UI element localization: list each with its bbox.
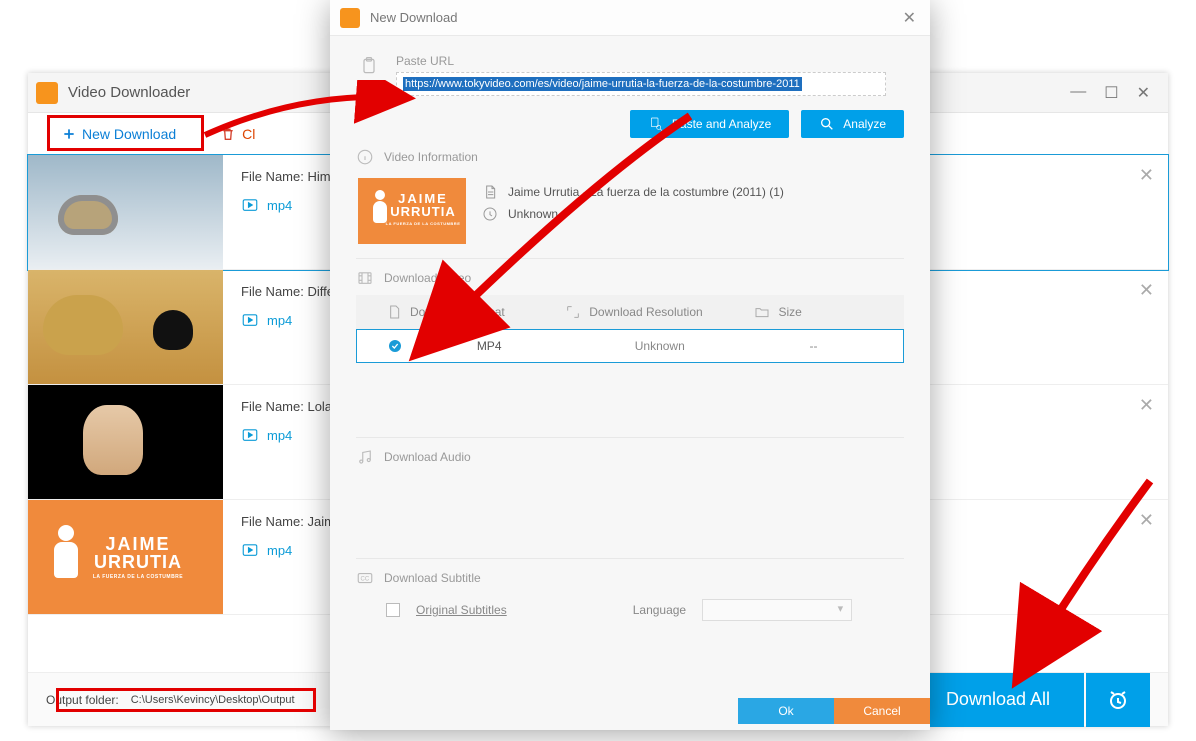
ok-button[interactable]: Ok [738, 698, 834, 724]
new-download-label: New Download [82, 126, 176, 142]
video-duration-row: Unknown [482, 206, 904, 222]
clipboard-icon [356, 54, 382, 76]
paste-url-label: Paste URL [396, 54, 904, 68]
video-icon [241, 196, 259, 214]
close-button[interactable]: ✕ [1137, 83, 1150, 103]
analyze-button[interactable]: Analyze [801, 110, 904, 138]
format-checked-icon [387, 338, 413, 354]
plus-icon [62, 127, 76, 141]
remove-item-button[interactable]: ✕ [1139, 280, 1154, 301]
clock-icon [482, 206, 498, 222]
video-icon [241, 541, 259, 559]
video-thumbnail: JAIME URRUTIA LA FUERZA DE LA COSTUMBRE [358, 178, 466, 244]
info-icon [356, 148, 374, 166]
minimize-button[interactable]: — [1070, 83, 1086, 103]
language-select[interactable] [702, 599, 852, 621]
music-icon [356, 448, 374, 466]
language-label: Language [633, 603, 686, 617]
remove-item-button[interactable]: ✕ [1139, 165, 1154, 186]
original-subtitles-checkbox[interactable] [386, 603, 400, 617]
doc-icon [386, 304, 402, 320]
video-icon [241, 311, 259, 329]
download-all-button[interactable]: Download All [912, 673, 1084, 727]
download-audio-header: Download Audio [356, 448, 904, 466]
video-info-header: Video Information [356, 148, 904, 166]
format-table-header: Download Format Download Resolution Size [356, 295, 904, 329]
trash-icon [220, 126, 236, 142]
remove-item-button[interactable]: ✕ [1139, 510, 1154, 531]
cancel-button[interactable]: Cancel [834, 698, 930, 724]
clipboard-search-icon [648, 116, 664, 132]
url-input[interactable]: https://www.tokyvideo.com/es/video/jaime… [396, 72, 886, 96]
new-download-dialog: New Download ✕ Paste URL https://www.tok… [330, 0, 930, 730]
schedule-button[interactable] [1086, 673, 1150, 727]
thumbnail [28, 155, 223, 269]
dialog-titlebar: New Download ✕ [330, 0, 930, 36]
download-video-header: Download Video [356, 269, 904, 287]
video-title-row: Jaime Urrutia - La fuerza de la costumbr… [482, 184, 904, 200]
video-icon [241, 426, 259, 444]
output-folder-path[interactable]: C:\Users\Kevincy\Desktop\Output [125, 691, 301, 709]
dialog-footer: Ok Cancel [330, 698, 930, 730]
document-icon [482, 184, 498, 200]
cc-icon: CC [356, 569, 374, 587]
dialog-logo-icon [340, 8, 360, 28]
clear-label: Cl [242, 126, 255, 142]
original-subtitles-label: Original Subtitles [416, 603, 507, 617]
output-folder-label: Output folder: [46, 693, 119, 707]
thumbnail [28, 385, 223, 499]
dialog-close-button[interactable]: ✕ [899, 8, 920, 28]
alarm-icon [1106, 688, 1130, 712]
new-download-button[interactable]: New Download [48, 120, 190, 148]
paste-and-analyze-button[interactable]: Paste and Analyze [630, 110, 789, 138]
svg-text:CC: CC [361, 576, 370, 582]
expand-icon [565, 304, 581, 320]
download-subtitle-header: CC Download Subtitle [356, 569, 904, 587]
remove-item-button[interactable]: ✕ [1139, 395, 1154, 416]
app-logo-icon [36, 82, 58, 104]
clear-button[interactable]: Cl [220, 126, 255, 142]
maximize-button[interactable]: ☐ [1104, 83, 1118, 103]
format-row[interactable]: MP4 Unknown -- [356, 329, 904, 363]
thumbnail [28, 270, 223, 384]
search-icon [819, 116, 835, 132]
dialog-title: New Download [370, 10, 899, 25]
thumbnail: JAIME URRUTIA LA FUERZA DE LA COSTUMBRE [28, 500, 223, 614]
folder-icon [754, 304, 770, 320]
film-icon [356, 269, 374, 287]
